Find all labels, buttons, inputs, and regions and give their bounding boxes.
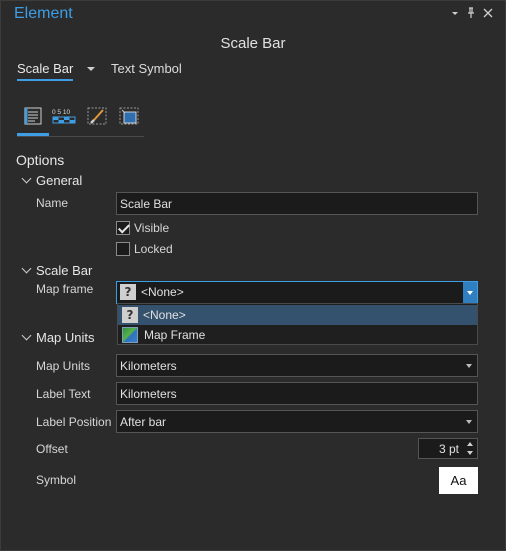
tab-text-symbol[interactable]: Text Symbol bbox=[111, 61, 182, 76]
dropdown-arrow-button[interactable] bbox=[463, 282, 477, 303]
question-icon: ? bbox=[122, 307, 138, 323]
map-frame-icon bbox=[122, 327, 138, 343]
options-icon[interactable] bbox=[17, 101, 49, 136]
locked-label: Locked bbox=[134, 242, 173, 256]
tab-scale-bar[interactable]: Scale Bar bbox=[17, 61, 74, 81]
map-frame-dropdown-list: ? <None> Map Frame bbox=[117, 303, 478, 345]
label-text-label: Label Text bbox=[36, 387, 91, 401]
offset-stepper[interactable]: 3 pt bbox=[418, 438, 478, 459]
offset-value: 3 pt bbox=[438, 442, 459, 456]
display-brush-icon[interactable] bbox=[83, 101, 111, 131]
label-position-value: After bar bbox=[120, 415, 167, 429]
scale-bar-group-header[interactable]: Scale Bar bbox=[21, 263, 93, 278]
options-heading: Options bbox=[16, 152, 65, 168]
chevron-down-icon[interactable] bbox=[87, 67, 95, 71]
scale-bar-properties-icon[interactable]: 0 5 10 bbox=[50, 101, 78, 131]
placement-icon[interactable] bbox=[115, 101, 143, 131]
visible-label: Visible bbox=[134, 221, 170, 235]
dropdown-option-none[interactable]: ? <None> bbox=[118, 305, 477, 325]
chevron-down-icon bbox=[21, 263, 32, 274]
label-position-select[interactable]: After bar bbox=[116, 410, 478, 433]
chevron-down-icon[interactable] bbox=[448, 5, 462, 21]
map-frame-selected-text: <None> bbox=[141, 285, 184, 299]
visible-checkbox[interactable]: Visible bbox=[116, 221, 169, 235]
chevron-down-icon bbox=[466, 364, 472, 368]
dropdown-option-map-frame[interactable]: Map Frame bbox=[118, 325, 477, 345]
pane-titlebar: Element bbox=[1, 1, 505, 27]
svg-text:0 5 10: 0 5 10 bbox=[52, 109, 70, 116]
general-group-header[interactable]: General bbox=[21, 173, 83, 188]
map-units-heading: Map Units bbox=[36, 330, 95, 345]
pane-title: Element bbox=[14, 5, 73, 22]
map-frame-label: Map frame bbox=[36, 282, 94, 296]
map-units-group-header[interactable]: Map Units bbox=[21, 330, 95, 345]
map-frame-select[interactable]: ? <None> bbox=[116, 281, 478, 304]
checkbox-checked-icon[interactable] bbox=[116, 221, 130, 235]
symbol-label: Symbol bbox=[36, 473, 77, 487]
label-text-input[interactable] bbox=[116, 382, 478, 405]
label-position-label: Label Position bbox=[36, 415, 112, 429]
dropdown-option-label: <None> bbox=[143, 308, 186, 322]
close-icon[interactable] bbox=[481, 5, 495, 21]
chevron-down-icon bbox=[21, 173, 32, 184]
chevron-down-icon bbox=[466, 420, 472, 424]
question-icon: ? bbox=[120, 284, 136, 300]
pin-icon[interactable] bbox=[464, 5, 478, 21]
map-frame-value: ? <None> bbox=[120, 284, 184, 300]
dropdown-option-label: Map Frame bbox=[144, 328, 206, 342]
name-input[interactable] bbox=[116, 192, 478, 215]
chevron-down-icon bbox=[21, 330, 32, 341]
property-icon-tabs: 0 5 10 bbox=[17, 101, 144, 137]
map-units-value: Kilometers bbox=[120, 359, 177, 373]
general-heading: General bbox=[36, 173, 83, 188]
checkbox-unchecked-icon[interactable] bbox=[116, 242, 130, 256]
map-units-select[interactable]: Kilometers bbox=[116, 354, 478, 377]
stepper-up-icon[interactable] bbox=[467, 442, 473, 446]
element-pane: Element Scale Bar Scale Bar Text Symbol … bbox=[0, 0, 506, 551]
symbol-preview-button[interactable]: Aa bbox=[439, 467, 478, 494]
name-label: Name bbox=[36, 196, 69, 210]
element-name: Scale Bar bbox=[220, 35, 286, 52]
scale-bar-heading: Scale Bar bbox=[36, 263, 93, 278]
offset-label: Offset bbox=[36, 442, 68, 456]
stepper-down-icon[interactable] bbox=[467, 451, 473, 455]
locked-checkbox[interactable]: Locked bbox=[116, 242, 173, 256]
map-units-label: Map Units bbox=[36, 359, 91, 373]
